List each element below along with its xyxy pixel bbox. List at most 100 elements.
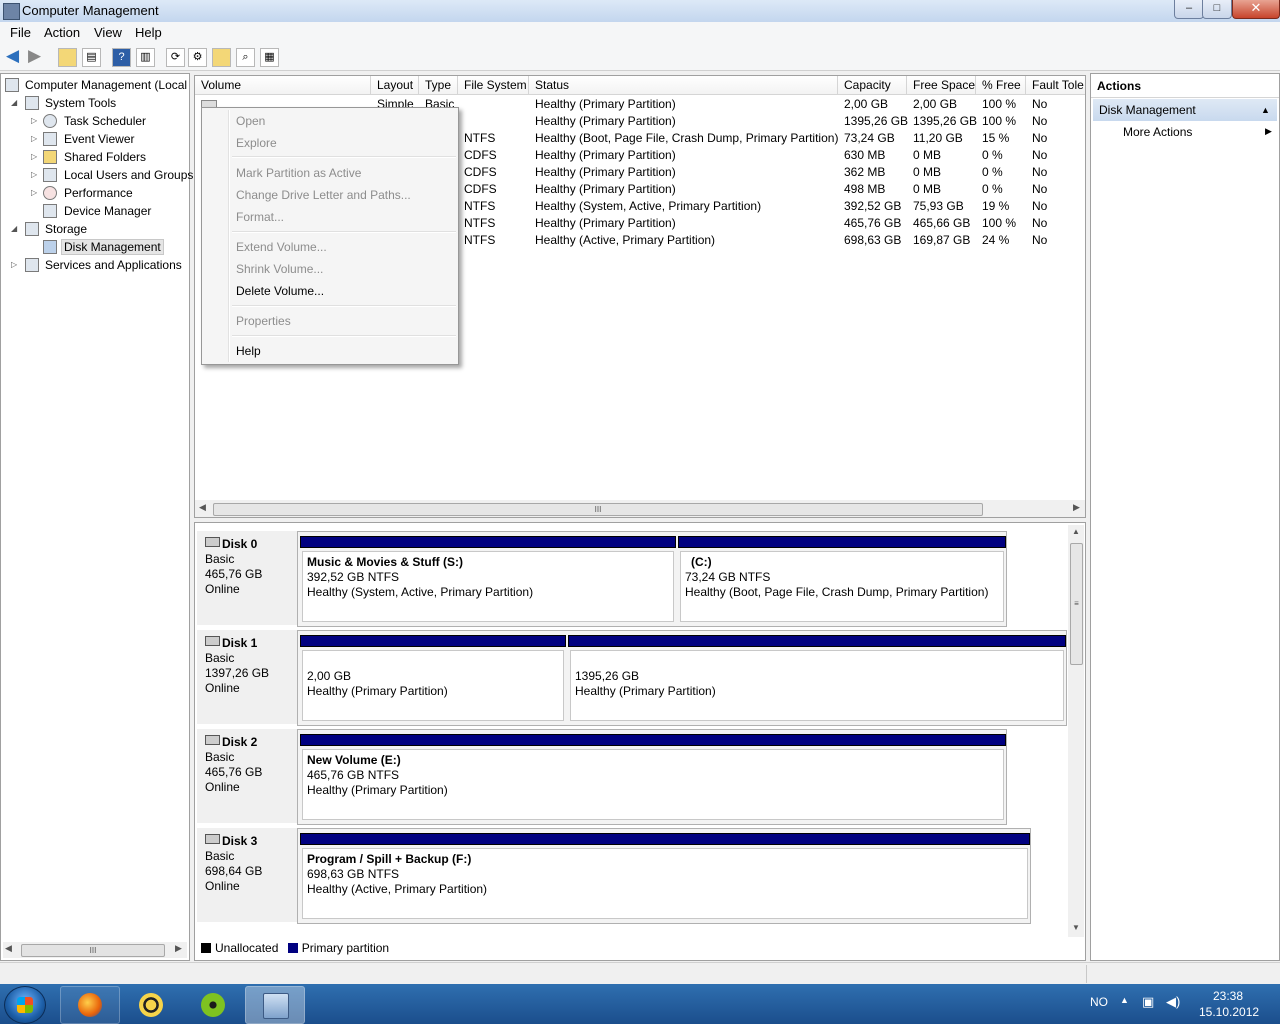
disk-1-info[interactable]: Disk 1 Basic 1397,26 GB Online xyxy=(197,630,297,724)
open-folder-icon[interactable] xyxy=(212,48,231,67)
taskbar-spotify[interactable] xyxy=(183,986,243,1024)
tree-item-shared-folders[interactable]: ▷ Shared Folders xyxy=(31,148,146,166)
clock-time[interactable]: 23:38 xyxy=(1213,989,1243,1003)
menu-item-extend-volume[interactable]: Extend Volume... xyxy=(236,237,327,257)
expand-arrow-icon[interactable]: ▷ xyxy=(31,166,37,184)
volume-icon[interactable]: ◀) xyxy=(1166,994,1180,1010)
expand-arrow-icon[interactable]: ▷ xyxy=(31,184,37,202)
taskbar-firefox[interactable] xyxy=(60,986,120,1024)
refresh-icon[interactable]: ⟳ xyxy=(166,48,185,67)
menu-item-help[interactable]: Help xyxy=(236,341,261,361)
column-header-free-space[interactable]: Free Space xyxy=(907,76,976,95)
tree-item-storage[interactable]: ◢ Storage xyxy=(11,220,87,238)
menu-item-change-drive-letter[interactable]: Change Drive Letter and Paths... xyxy=(236,185,411,205)
windows-logo-icon xyxy=(17,997,33,1013)
column-header-volume[interactable]: Volume xyxy=(195,76,371,95)
settings-icon[interactable]: ⚙ xyxy=(188,48,207,67)
language-indicator[interactable]: NO xyxy=(1090,995,1108,1009)
tree-item-services[interactable]: ▷ Services and Applications xyxy=(11,256,182,274)
column-header-status[interactable]: Status xyxy=(529,76,838,95)
tree-item-performance[interactable]: ▷ Performance xyxy=(31,184,133,202)
minimize-button[interactable]: – xyxy=(1174,0,1204,19)
disk-name: Disk 2 xyxy=(222,735,258,749)
tree-item-disk-management[interactable]: Disk Management xyxy=(31,238,164,256)
partition-disk1-second[interactable]: 1395,26 GB Healthy (Primary Partition) xyxy=(568,635,1066,723)
partition-f[interactable]: Program / Spill + Backup (F:) 698,63 GB … xyxy=(300,833,1030,921)
scroll-right-icon[interactable]: ▶ xyxy=(1073,502,1080,513)
disk-properties-icon[interactable]: ▦ xyxy=(260,48,279,67)
menu-item-delete-volume[interactable]: Delete Volume... xyxy=(236,281,324,301)
menu-item-shrink-volume[interactable]: Shrink Volume... xyxy=(236,259,323,279)
column-header-percent-free[interactable]: % Free xyxy=(976,76,1026,95)
list-horizontal-scrollbar[interactable]: ◀ III ▶ xyxy=(195,500,1085,517)
menu-item-explore[interactable]: Explore xyxy=(236,133,277,153)
tree-horizontal-scrollbar[interactable]: ◀ III ▶ xyxy=(3,942,187,958)
menu-action[interactable]: Action xyxy=(44,25,80,40)
expand-arrow-icon[interactable]: ▷ xyxy=(31,112,37,130)
collapse-arrow-icon[interactable]: ◢ xyxy=(11,94,17,112)
network-icon[interactable]: ▣ xyxy=(1142,994,1154,1010)
column-header-file-system[interactable]: File System xyxy=(458,76,529,95)
start-button[interactable] xyxy=(4,986,46,1024)
performance-icon xyxy=(43,186,57,200)
scroll-thumb[interactable]: III xyxy=(213,503,983,516)
show-hidden-icons-icon[interactable]: ▲ xyxy=(1120,995,1129,1005)
tree-item-event-viewer[interactable]: ▷ Event Viewer xyxy=(31,130,134,148)
taskbar-computer-management[interactable] xyxy=(245,986,305,1024)
menu-file[interactable]: File xyxy=(10,25,31,40)
partition-c[interactable]: (C:) 73,24 GB NTFS Healthy (Boot, Page F… xyxy=(678,536,1006,624)
maximize-button[interactable]: □ xyxy=(1202,0,1232,19)
collapse-up-icon[interactable]: ▲ xyxy=(1261,99,1270,121)
tree-item-device-manager[interactable]: Device Manager xyxy=(31,202,151,220)
column-header-layout[interactable]: Layout xyxy=(371,76,419,95)
collapse-arrow-icon[interactable]: ◢ xyxy=(11,220,17,238)
menu-item-mark-active[interactable]: Mark Partition as Active xyxy=(236,163,361,183)
menu-item-properties[interactable]: Properties xyxy=(236,311,291,331)
back-arrow-icon[interactable]: ◀ xyxy=(4,47,21,65)
actions-section-disk-management[interactable]: Disk Management ▲ xyxy=(1093,99,1277,121)
partition-disk1-first[interactable]: 2,00 GB Healthy (Primary Partition) xyxy=(300,635,566,723)
show-hide-action-pane-icon[interactable]: ▥ xyxy=(136,48,155,67)
clock-date[interactable]: 15.10.2012 xyxy=(1199,1005,1259,1019)
tree-item-local-users[interactable]: ▷ Local Users and Groups xyxy=(31,166,193,184)
expand-arrow-icon[interactable]: ▷ xyxy=(31,130,37,148)
expand-arrow-icon[interactable]: ▷ xyxy=(11,256,17,274)
search-icon[interactable]: ⌕ xyxy=(236,48,255,67)
column-header-capacity[interactable]: Capacity xyxy=(838,76,907,95)
tree-item-root[interactable]: Computer Management (Local xyxy=(5,76,187,94)
disk-type: Basic xyxy=(205,849,235,863)
menu-item-format[interactable]: Format... xyxy=(236,207,284,227)
close-button[interactable]: ✕ xyxy=(1232,0,1280,19)
disk-type: Basic xyxy=(205,750,235,764)
column-header-fault-tolerance[interactable]: Fault Tole xyxy=(1026,76,1085,95)
tree-item-task-scheduler[interactable]: ▷ Task Scheduler xyxy=(31,112,146,130)
partition-s[interactable]: Music & Movies & Stuff (S:) 392,52 GB NT… xyxy=(300,536,676,624)
forward-arrow-icon[interactable]: ▶ xyxy=(26,47,43,65)
menu-view[interactable]: View xyxy=(94,25,122,40)
tree-item-system-tools[interactable]: ◢ System Tools xyxy=(11,94,116,112)
computer-management-icon xyxy=(3,3,20,20)
disk-map-vertical-scrollbar[interactable]: ▲ ≡ ▼ xyxy=(1068,525,1084,937)
show-hide-tree-icon[interactable]: ▤ xyxy=(82,48,101,67)
scroll-down-icon[interactable]: ▼ xyxy=(1072,923,1080,932)
disk-2-info[interactable]: Disk 2 Basic 465,76 GB Online xyxy=(197,729,297,823)
taskbar-ventrilo[interactable] xyxy=(121,986,181,1024)
up-folder-icon[interactable] xyxy=(58,48,77,67)
scroll-up-icon[interactable]: ▲ xyxy=(1072,527,1080,536)
partition-e[interactable]: New Volume (E:) 465,76 GB NTFS Healthy (… xyxy=(300,734,1006,822)
scroll-left-icon[interactable]: ◀ xyxy=(199,502,206,513)
menu-help[interactable]: Help xyxy=(135,25,162,40)
column-header-type[interactable]: Type xyxy=(419,76,458,95)
row-cell-status: Healthy (Primary Partition) xyxy=(535,97,676,111)
scroll-thumb[interactable]: ≡ xyxy=(1070,543,1083,665)
scroll-thumb[interactable]: III xyxy=(21,944,165,957)
more-actions-link[interactable]: More Actions xyxy=(1123,125,1192,139)
scroll-left-icon[interactable]: ◀ xyxy=(5,943,12,954)
help-icon[interactable]: ? xyxy=(112,48,131,67)
submenu-arrow-icon[interactable]: ▶ xyxy=(1265,126,1272,137)
scroll-right-icon[interactable]: ▶ xyxy=(175,943,182,954)
disk-0-info[interactable]: Disk 0 Basic 465,76 GB Online xyxy=(197,531,297,625)
menu-item-open[interactable]: Open xyxy=(236,111,265,131)
expand-arrow-icon[interactable]: ▷ xyxy=(31,148,37,166)
disk-3-info[interactable]: Disk 3 Basic 698,64 GB Online xyxy=(197,828,297,922)
